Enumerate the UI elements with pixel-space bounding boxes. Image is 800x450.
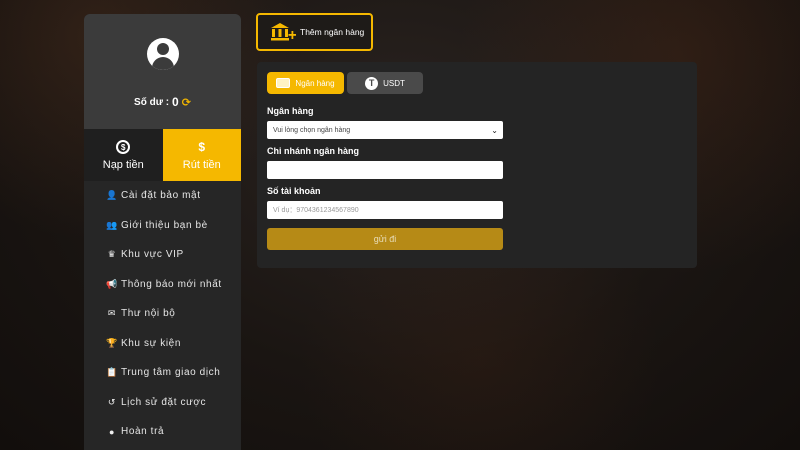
profile-card: Số dư : 0 ⟳	[84, 14, 241, 129]
sidebar-item-label: Khu vực VIP	[121, 249, 184, 261]
bank-label: Ngân hàng	[267, 106, 314, 116]
tether-icon: T	[365, 76, 379, 90]
tab-bank[interactable]: Ngân hàng	[267, 72, 344, 94]
sidebar-item-label: Thông báo mới nhất	[121, 278, 222, 290]
sidebar-item-label: Thư nội bộ	[121, 308, 176, 320]
tab-usdt[interactable]: T USDT	[347, 72, 423, 94]
sidebar-item-label: Hoàn trả	[121, 426, 165, 438]
sidebar-item-transactions[interactable]: 📋 Trung tâm giao dịch	[84, 358, 241, 388]
coin-icon: ●	[108, 426, 116, 437]
balance-value: 0	[172, 95, 179, 109]
sidebar-item-label: Cài đặt bảo mật	[121, 190, 201, 202]
bank-plus-icon	[271, 23, 296, 41]
wallet-tabs: $ Nạp tiền $ Rút tiền	[84, 129, 241, 181]
withdraw-icon: $	[198, 140, 206, 154]
sidebar-item-rebate[interactable]: ● Hoàn trả	[84, 417, 241, 447]
sidebar-menu: 👤 Cài đặt bảo mật 👥 Giới thiệu bạn bè ♛ Khu…	[84, 181, 241, 447]
withdraw-panel: Ngân hàng T USDT Ngân hàng Vui lòng chọn…	[257, 62, 697, 268]
deposit-label: Nạp tiền	[102, 159, 144, 171]
branch-label: Chi nhánh ngân hàng	[267, 146, 359, 156]
sidebar-item-label: Lịch sử đặt cược	[121, 396, 207, 408]
submit-button[interactable]: gửi đi	[267, 228, 503, 250]
sidebar-item-mail[interactable]: ✉ Thư nội bộ	[84, 299, 241, 329]
sidebar-item-referral[interactable]: 👥 Giới thiệu bạn bè	[84, 211, 241, 241]
bank-card-icon	[276, 78, 291, 88]
sidebar-item-security[interactable]: 👤 Cài đặt bảo mật	[84, 181, 241, 211]
balance-row: Số dư : 0 ⟳	[134, 95, 191, 109]
tab-usdt-label: USDT	[383, 78, 405, 88]
sidebar: Số dư : 0 ⟳ $ Nạp tiền $ Rút tiền 👤 Cài đ…	[84, 14, 241, 450]
sidebar-item-bet-history[interactable]: ↺ Lịch sử đặt cược	[84, 388, 241, 418]
avatar-icon[interactable]	[146, 38, 179, 70]
withdraw-label: Rút tiền	[182, 159, 221, 171]
deposit-icon: $	[115, 139, 131, 155]
sidebar-item-events[interactable]: 🏆 Khu sự kiện	[84, 329, 241, 359]
withdraw-tab[interactable]: $ Rút tiền	[162, 129, 241, 181]
megaphone-icon: 📢	[106, 278, 118, 289]
mail-icon: ✉	[107, 308, 117, 319]
refresh-icon[interactable]: ⟳	[182, 96, 191, 109]
bank-select-value: Vui lòng chọn ngân hàng	[273, 126, 351, 134]
clipboard-icon: 📋	[106, 367, 118, 378]
account-label: Số tài khoản	[267, 186, 321, 196]
sidebar-item-label: Trung tâm giao dịch	[121, 367, 221, 379]
bank-select[interactable]: Vui lòng chọn ngân hàng ⌄	[267, 121, 503, 139]
users-icon: 👥	[106, 219, 118, 230]
sidebar-item-news[interactable]: 📢 Thông báo mới nhất	[84, 270, 241, 300]
history-icon: ↺	[107, 396, 117, 407]
add-bank-label: Thêm ngân hàng	[300, 27, 365, 37]
chevron-down-icon: ⌄	[491, 125, 498, 135]
account-input[interactable]: Ví dụ：9704361234567890	[267, 201, 503, 219]
trophy-icon: 🏆	[106, 337, 118, 348]
crown-icon: ♛	[107, 249, 117, 260]
add-bank-button[interactable]: Thêm ngân hàng	[256, 13, 373, 51]
sidebar-item-vip[interactable]: ♛ Khu vực VIP	[84, 240, 241, 270]
balance-label: Số dư :	[134, 96, 170, 108]
deposit-tab[interactable]: $ Nạp tiền	[84, 129, 163, 181]
tab-bank-label: Ngân hàng	[295, 78, 335, 88]
sidebar-item-label: Giới thiệu bạn bè	[121, 219, 208, 231]
user-lock-icon: 👤	[106, 190, 118, 201]
branch-input[interactable]	[267, 161, 503, 179]
sidebar-item-label: Khu sự kiện	[121, 337, 181, 349]
